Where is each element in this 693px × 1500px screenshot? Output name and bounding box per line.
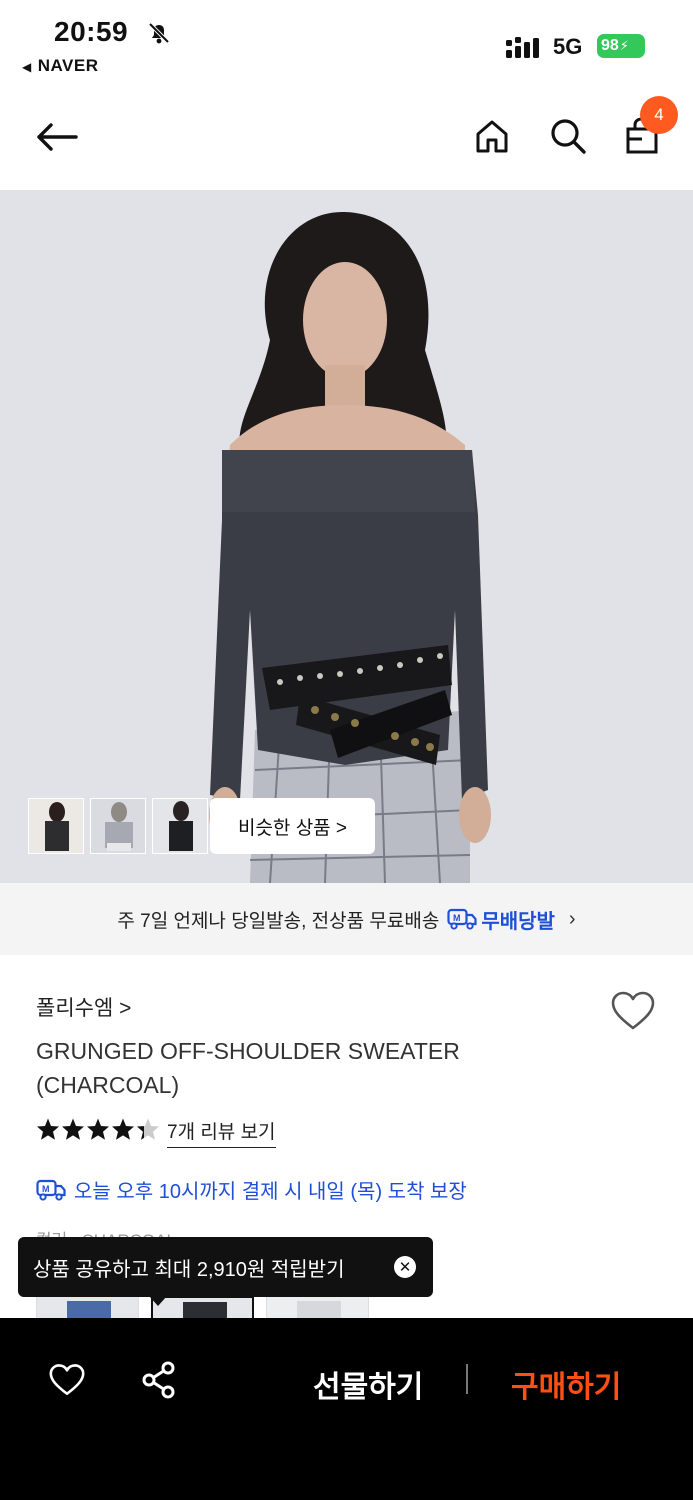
arrow-left-icon xyxy=(37,123,78,151)
bottom-wishlist-button[interactable] xyxy=(44,1358,90,1402)
share-reward-tooltip: 상품 공유하고 최대 2,910원 적립받기 ✕ xyxy=(18,1237,433,1306)
cart-count-badge: 4 xyxy=(640,96,678,134)
signal-icon xyxy=(506,36,542,63)
status-bar: 20:59 ◀ NAVER 5G 98 ⚡ xyxy=(0,0,693,88)
model-photo xyxy=(0,190,693,883)
search-icon xyxy=(551,119,586,154)
delivery-truck-icon: M xyxy=(36,1179,66,1201)
thumbnail-strip xyxy=(28,798,208,854)
share-button[interactable] xyxy=(136,1358,182,1402)
share-icon xyxy=(142,1361,175,1399)
tooltip-pointer xyxy=(149,1296,167,1306)
back-app-label: NAVER xyxy=(37,56,99,75)
shipping-banner[interactable]: 주 7일 언제나 당일발송, 전상품 무료배송 M 무배당발 › xyxy=(0,883,693,955)
free-delivery-badge: M 무배당발 xyxy=(447,905,555,934)
product-main-image[interactable] xyxy=(0,190,693,883)
network-type: 5G xyxy=(553,34,583,59)
home-icon xyxy=(476,120,508,153)
gift-button[interactable]: 선물하기 xyxy=(313,1362,423,1406)
product-title: GRUNGED OFF-SHOULDER SWEATER (CHARCOAL) xyxy=(36,1038,460,1098)
delivery-promise-text: 오늘 오후 10시까지 결제 시 내일 (목) 도착 보장 xyxy=(74,1181,467,1203)
bell-mute-icon xyxy=(146,20,172,51)
heart-icon xyxy=(49,1364,85,1396)
color-swatches xyxy=(36,1296,369,1320)
thumbnail-1[interactable] xyxy=(28,798,84,854)
battery-indicator: 98 ⚡ xyxy=(597,34,645,58)
free-delivery-badge-label: 무배당발 xyxy=(481,910,555,933)
share-reward-text: 상품 공유하고 최대 2,910원 적립받기 xyxy=(33,1258,345,1281)
back-triangle-icon: ◀ xyxy=(22,60,32,74)
svg-text:M: M xyxy=(453,913,461,923)
home-button[interactable] xyxy=(468,112,516,160)
stars-icon xyxy=(37,1118,159,1140)
svg-text:M: M xyxy=(42,1184,50,1194)
charging-icon: ⚡ xyxy=(619,38,629,53)
thumbnail-3[interactable] xyxy=(152,798,208,854)
brand-link[interactable]: 폴리수엠 > xyxy=(36,992,131,1022)
wishlist-button[interactable] xyxy=(610,990,656,1037)
back-to-app[interactable]: ◀ NAVER xyxy=(22,56,98,76)
color-swatch-3[interactable] xyxy=(266,1296,369,1320)
color-swatch-1[interactable] xyxy=(36,1296,139,1320)
back-button[interactable] xyxy=(30,110,84,164)
reviews-link[interactable]: 7개 리뷰 보기 xyxy=(167,1117,276,1148)
delivery-truck-icon: M xyxy=(447,908,477,930)
close-icon[interactable]: ✕ xyxy=(394,1256,416,1278)
star-rating xyxy=(36,1116,162,1142)
chevron-right-icon: › xyxy=(568,907,576,930)
action-divider xyxy=(466,1364,468,1394)
search-button[interactable] xyxy=(544,112,592,160)
battery-level: 98 xyxy=(601,37,619,54)
heart-icon xyxy=(611,991,655,1030)
shipping-text: 주 7일 언제나 당일발송, 전상품 무료배송 xyxy=(117,910,440,932)
similar-products-button[interactable]: 비슷한 상품 > xyxy=(210,798,375,854)
top-nav xyxy=(0,96,693,184)
bottom-action-bar: 선물하기 구매하기 xyxy=(0,1318,693,1500)
thumbnail-2[interactable] xyxy=(90,798,146,854)
delivery-promise: M 오늘 오후 10시까지 결제 시 내일 (목) 도착 보장 xyxy=(36,1175,467,1204)
buy-button[interactable]: 구매하기 xyxy=(511,1362,621,1406)
clock: 20:59 xyxy=(54,16,129,47)
